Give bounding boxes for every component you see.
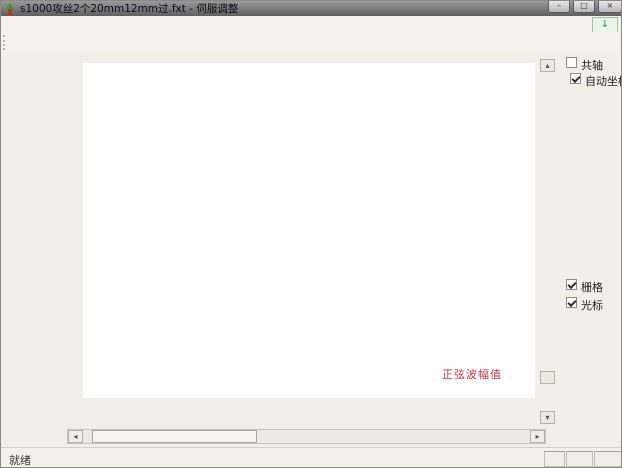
title-bar: s1000攻丝2个20mm12mm过.fxt - 伺服调整 – □ × (1, 1, 622, 16)
toolbar-gripper[interactable] (3, 35, 8, 50)
autocoord-checkbox[interactable] (570, 73, 581, 84)
menu-bar: ↓ (1, 16, 622, 33)
coaxial-checkbox[interactable] (566, 57, 577, 68)
status-pane-3 (594, 451, 622, 467)
vscroll-down-button[interactable]: ▾ (540, 411, 555, 424)
app-icon (4, 3, 16, 15)
maximize-button[interactable]: □ (573, 1, 595, 13)
right-panel: 共轴 自动坐标 栅格 光标 (557, 53, 622, 429)
status-pane-2 (566, 451, 593, 467)
autocoord-label: 自动坐标 (585, 73, 622, 89)
hscroll-left-button[interactable]: ◂ (68, 430, 83, 443)
status-bar: 就绪 (1, 447, 622, 468)
grid-label: 栅格 (581, 279, 603, 295)
menu-scroll-right-button[interactable]: ↓ (592, 17, 618, 33)
cursor-checkbox[interactable] (566, 297, 577, 308)
vscroll-thumb[interactable] (540, 371, 555, 384)
chart-workspace: ▴ ▾ 共轴 自动坐标 栅格 光标 ◂ (1, 53, 622, 447)
window-title: s1000攻丝2个20mm12mm过.fxt - 伺服调整 (20, 1, 238, 16)
coaxial-label: 共轴 (581, 57, 603, 73)
plot-area[interactable] (83, 63, 535, 398)
close-button[interactable]: × (598, 1, 622, 13)
horizontal-scrollbar[interactable]: ◂ ▸ (67, 429, 546, 444)
status-text: 就绪 (9, 452, 31, 468)
status-pane-1 (544, 451, 565, 467)
minimize-button[interactable]: – (548, 1, 570, 13)
cursor-label: 光标 (581, 297, 603, 313)
vscroll-up-button[interactable]: ▴ (540, 59, 555, 72)
grid-checkbox[interactable] (566, 279, 577, 290)
hscroll-thumb[interactable] (92, 430, 257, 443)
app-window: s1000攻丝2个20mm12mm过.fxt - 伺服调整 – □ × ↓ ▴ … (0, 0, 622, 468)
toolbar (1, 32, 622, 54)
hscroll-right-button[interactable]: ▸ (530, 430, 545, 443)
